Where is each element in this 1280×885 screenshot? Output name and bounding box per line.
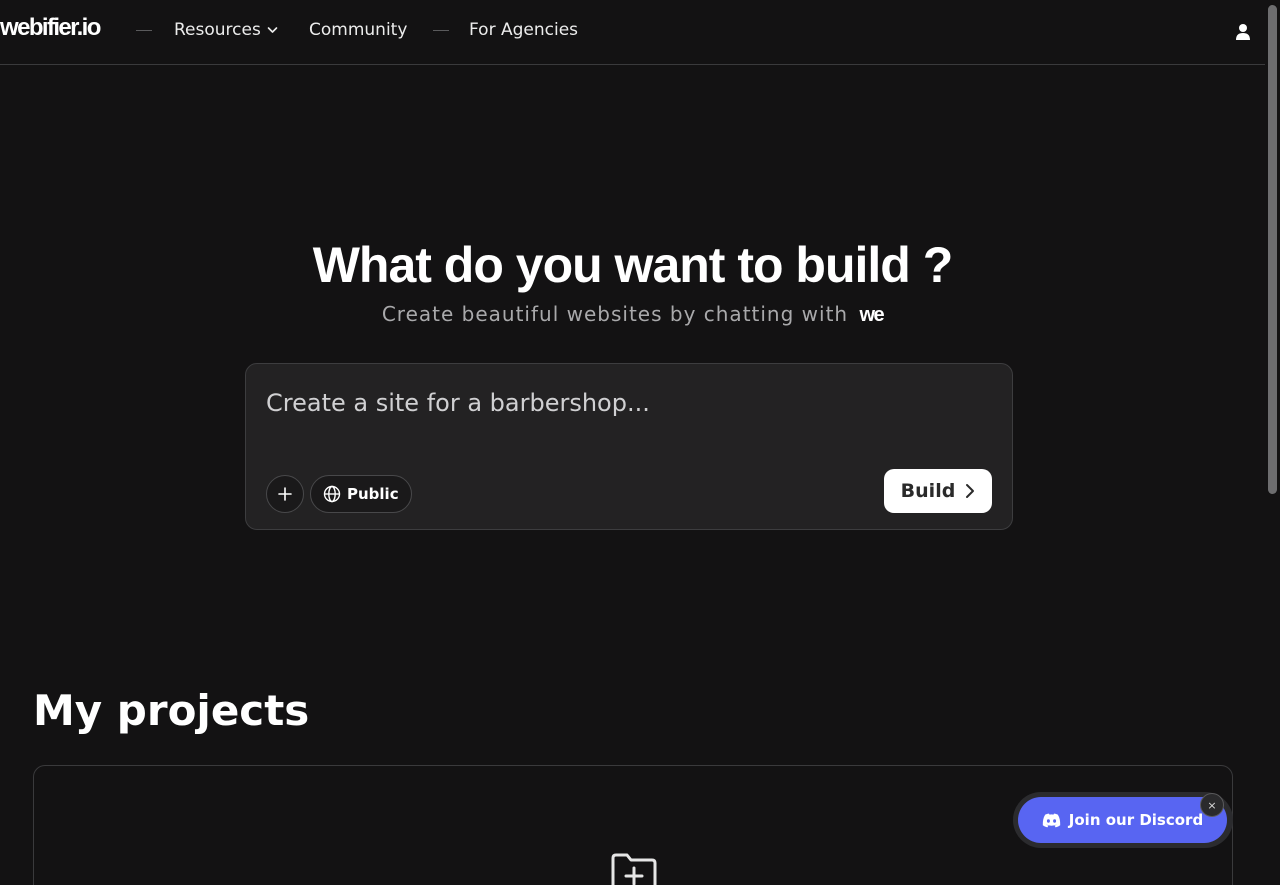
discord-label: Join our Discord [1068,811,1204,829]
plus-icon [278,487,292,501]
join-discord-button[interactable]: Join our Discord [1018,797,1227,843]
nav-agencies-label: For Agencies [469,20,579,40]
build-label: Build [900,480,956,502]
prompt-input[interactable] [266,386,986,420]
visibility-toggle[interactable]: Public [310,475,412,513]
discord-icon [1042,813,1061,827]
build-button[interactable]: Build [884,469,992,513]
hero-subtitle: Create beautiful websites by chatting wi… [0,302,1265,327]
add-attachment-button[interactable] [266,475,304,513]
globe-icon [323,485,341,503]
scrollbar-thumb[interactable] [1268,5,1277,494]
logo[interactable]: webifier.io [0,14,101,42]
nav-community-label: Community [309,20,408,40]
folder-plus-icon [611,853,657,885]
nav-community[interactable]: Community [309,20,407,40]
nav-for-agencies[interactable]: For Agencies [469,20,578,40]
nav-divider [136,30,152,31]
visibility-label: Public [347,485,399,503]
nav-resources-label: Resources [174,20,261,40]
prompt-box: Public Build [245,363,1013,530]
nav-resources[interactable]: Resources [174,20,278,40]
top-nav: webifier.io Resources Community For Agen… [0,0,1265,65]
hero-title: What do you want to build ? [312,237,954,293]
we-logo: we [859,304,884,326]
projects-title: My projects [33,686,310,735]
chevron-right-icon [966,484,975,498]
page: webifier.io Resources Community For Agen… [0,0,1280,885]
close-discord-button[interactable]: × [1200,793,1224,817]
chevron-down-icon [267,27,278,33]
user-icon[interactable] [1235,23,1251,41]
nav-divider [433,30,449,31]
hero-subtitle-text: Create beautiful websites by chatting wi… [381,302,849,326]
